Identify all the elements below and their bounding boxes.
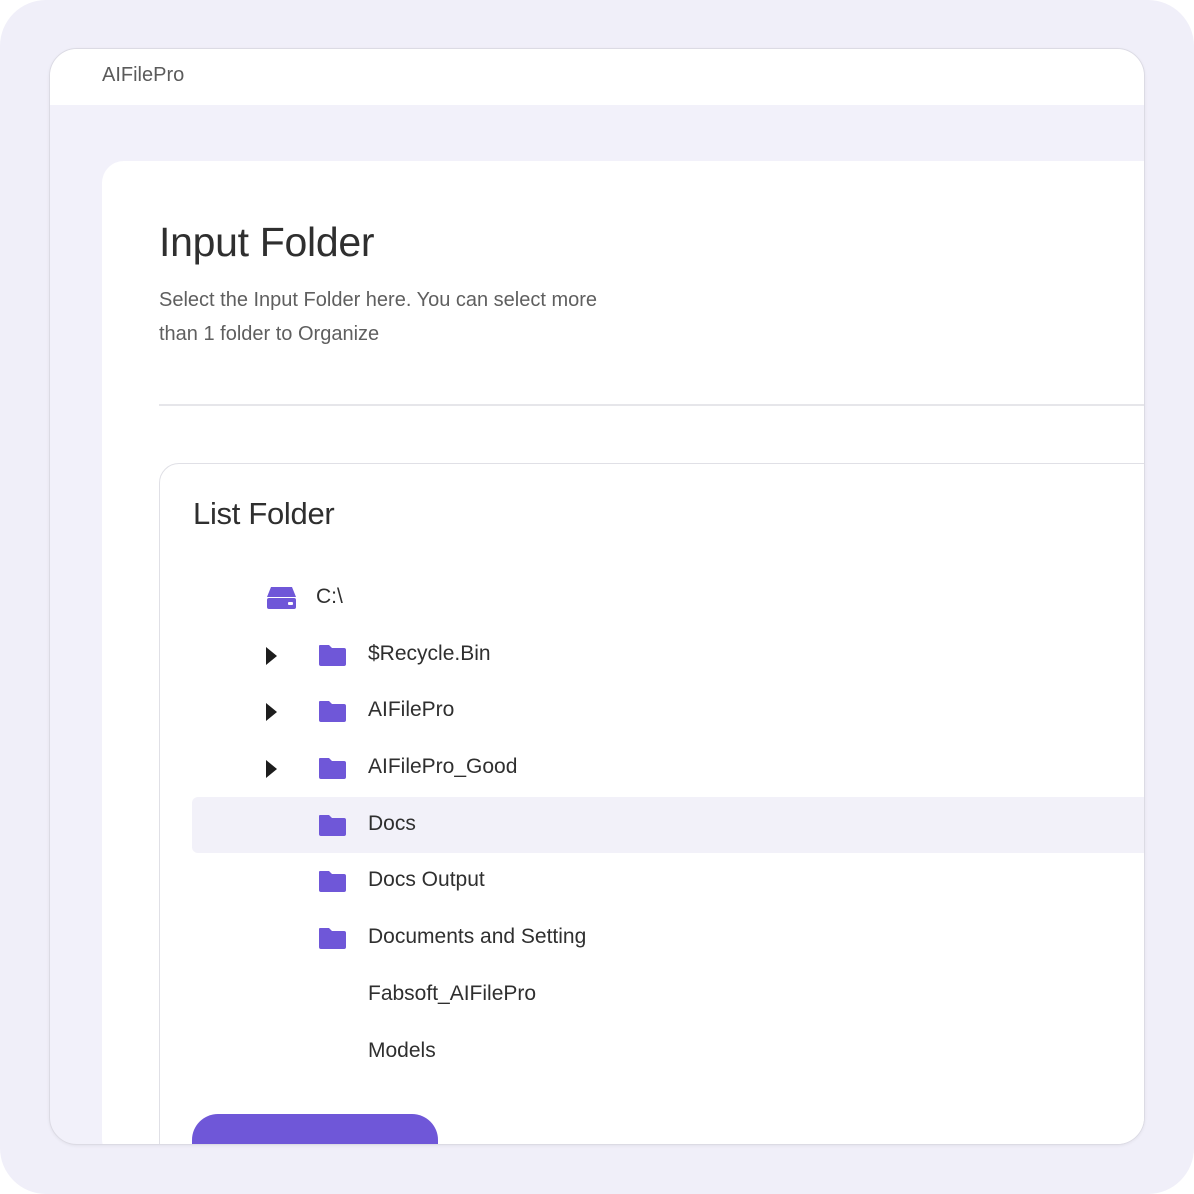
page-description: Select the Input Folder here. You can se… [159,289,598,345]
folder-label: Docs Output [368,868,485,892]
tree-row-docs-output[interactable]: Docs Output [192,853,1144,910]
tree-row-aifilepro[interactable]: AIFilePro [192,683,1144,740]
folder-label: AIFilePro_Good [368,755,518,779]
folder-icon [318,926,347,950]
folder-list-card: List Folder C:\ $Recycle.Bin AIFilePro AIF… [159,463,1144,1144]
drive-label: C:\ [316,585,343,608]
tree-row-docs[interactable]: Docs [192,796,1144,854]
folder-icon [318,699,347,723]
content-panel: Input Folder Select the Input Folder her… [102,161,1144,1144]
tree-row-fabsoft-aifilepro[interactable]: Fabsoft_AIFilePro [192,967,1144,1024]
tree-row-documents-and-setting[interactable]: Documents and Setting [192,910,1144,967]
folder-label: AIFilePro [368,698,455,722]
tree-row-recycle-bin[interactable]: $Recycle.Bin [192,627,1144,684]
page-title: Input Folder [159,219,375,265]
folder-label: $Recycle.Bin [368,641,491,665]
app-window: AIFilePro Input Folder Select the Input … [49,48,1145,1145]
folder-label: Docs [368,811,416,835]
folder-icon [318,756,347,780]
list-folder-title: List Folder [193,496,335,531]
tree-row-drive-c[interactable]: C:\ [192,570,1144,627]
divider [159,404,1144,406]
expand-caret-icon[interactable] [266,646,277,665]
folder-label: Fabsoft_AIFilePro [368,981,537,1005]
folder-label: Documents and Setting [368,925,587,949]
expand-caret-icon[interactable] [266,703,277,722]
folder-icon [318,643,347,667]
app-title: AIFilePro [102,64,185,86]
device-frame: AIFilePro Input Folder Select the Input … [0,0,1194,1194]
drive-icon [266,586,297,610]
tree-row-models[interactable]: Models [192,1024,1144,1081]
tree-row-aifilepro-good[interactable]: AIFilePro_Good [192,740,1144,797]
folder-label: Models [368,1038,436,1062]
folder-icon [318,813,347,837]
select-folder-button[interactable] [192,1114,438,1144]
folder-icon [318,869,347,893]
expand-caret-icon[interactable] [266,760,277,779]
title-bar: AIFilePro [50,49,1144,105]
folder-tree: C:\ $Recycle.Bin AIFilePro AIFilePro_Good D… [192,570,1144,1081]
